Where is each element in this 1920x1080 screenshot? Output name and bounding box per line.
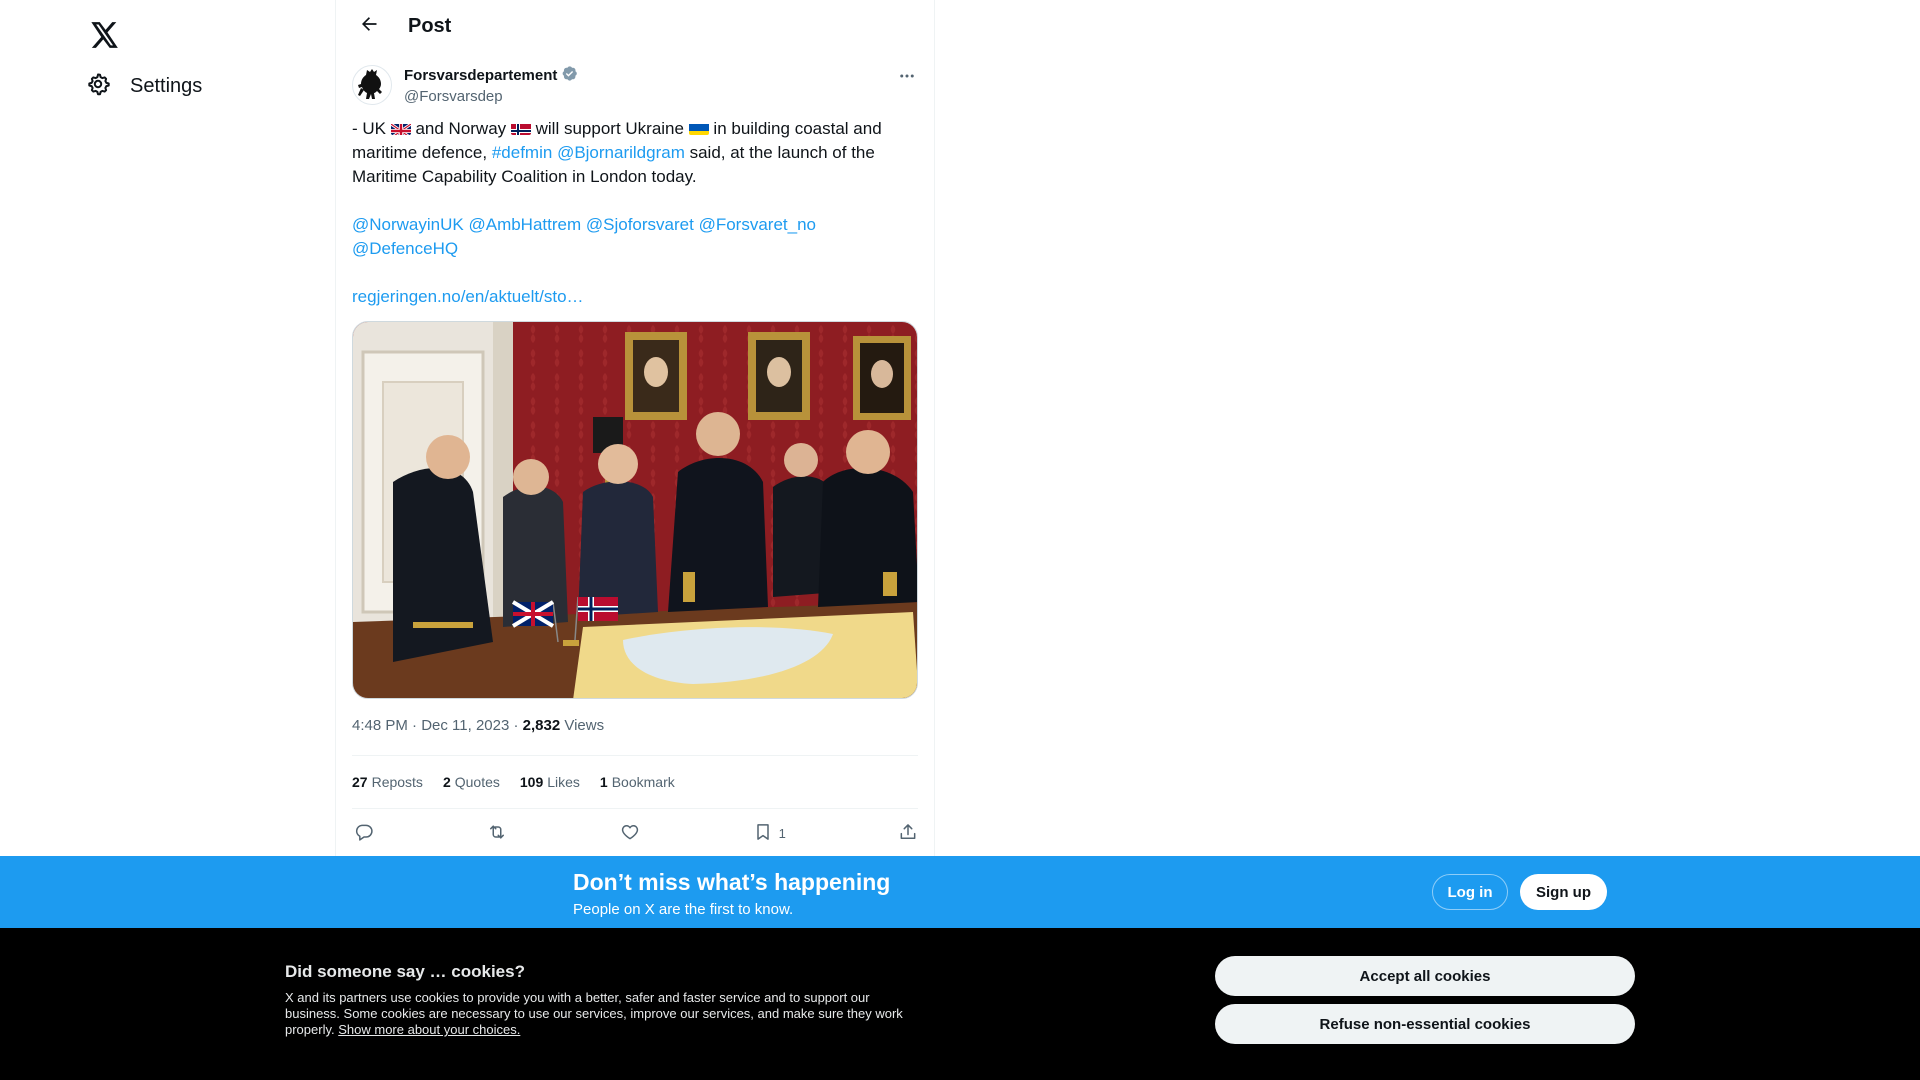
norway-flag-icon xyxy=(510,121,531,135)
cookie-consent-bar: Did someone say … cookies? X and its par… xyxy=(0,928,1920,1080)
external-url-link[interactable]: regjeringen.no/en/aktuelt/sto… xyxy=(352,287,584,306)
post-column: Post Forsvarsdepartement @Forsvarsdep - … xyxy=(335,0,935,860)
reply-button[interactable] xyxy=(354,822,374,845)
post-timestamp[interactable]: 4:48 PM · Dec 11, 2023 xyxy=(352,717,509,734)
bookmarks-stat[interactable]: 1 Bookmark xyxy=(600,774,675,790)
banner-title: Don’t miss what’s happening xyxy=(573,869,891,895)
more-options-button[interactable] xyxy=(892,63,922,93)
post-text-segment: will support Ukraine xyxy=(530,119,689,138)
post-author: Forsvarsdepartement @Forsvarsdep xyxy=(336,53,934,105)
display-name-text: Forsvarsdepartement xyxy=(404,67,558,84)
post-actions: 1 xyxy=(336,809,934,857)
repost-button[interactable] xyxy=(486,822,508,845)
post-stats: 27 Reposts 2 Quotes 109 Likes 1 Bookmark xyxy=(336,756,934,808)
views-label: Views xyxy=(560,717,605,734)
mention-link[interactable]: @Bjornarildgram xyxy=(557,143,685,162)
share-button[interactable] xyxy=(898,822,918,845)
post-text-segment: - UK xyxy=(352,119,391,138)
hashtag-link[interactable]: #defmin xyxy=(492,143,552,162)
nav-settings-label: Settings xyxy=(130,74,203,97)
post-photo[interactable] xyxy=(352,321,918,699)
mention-link[interactable]: @NorwayinUK xyxy=(352,215,464,234)
post-metadata: 4:48 PM · Dec 11, 2023 · 2,832 Views xyxy=(336,717,934,739)
x-logo-icon[interactable] xyxy=(80,10,130,60)
stat-label: Likes xyxy=(547,774,580,790)
bookmark-icon xyxy=(753,822,773,845)
cookie-more-link[interactable]: Show more about your choices. xyxy=(338,1022,520,1037)
meta-separator: · xyxy=(509,717,523,734)
page-title: Post xyxy=(408,15,452,37)
cookie-body: X and its partners use cookies to provid… xyxy=(285,990,915,1038)
arrow-left-icon xyxy=(359,14,379,39)
author-handle[interactable]: @Forsvarsdep xyxy=(404,88,578,105)
accept-cookies-button[interactable]: Accept all cookies xyxy=(1215,956,1635,996)
reposts-stat[interactable]: 27 Reposts xyxy=(352,774,423,790)
stat-label: Quotes xyxy=(454,774,500,790)
ukraine-flag-icon xyxy=(688,121,709,135)
mention-link[interactable]: @Forsvaret_no xyxy=(699,215,816,234)
like-button[interactable] xyxy=(620,822,640,845)
stat-number: 109 xyxy=(519,774,544,790)
uk-flag-icon xyxy=(390,121,411,135)
bookmark-button[interactable]: 1 xyxy=(753,822,786,845)
post-text: - UK and Norway will support Ukraine in … xyxy=(336,117,934,309)
heart-icon xyxy=(620,822,640,845)
gear-icon xyxy=(86,72,110,101)
quotes-stat[interactable]: 2 Quotes xyxy=(443,774,500,790)
post-header: Post xyxy=(336,0,934,53)
likes-stat[interactable]: 109 Likes xyxy=(520,774,580,790)
mention-link[interactable]: @Sjoforsvaret xyxy=(586,215,694,234)
refuse-cookies-button[interactable]: Refuse non-essential cookies xyxy=(1215,1004,1635,1044)
post-text-segment: and Norway xyxy=(410,119,511,138)
views-count: 2,832 xyxy=(522,717,561,734)
back-button[interactable] xyxy=(352,10,386,44)
stat-number: 1 xyxy=(599,774,608,790)
share-icon xyxy=(898,822,918,845)
stat-label: Bookmark xyxy=(611,774,675,790)
reply-icon xyxy=(354,822,374,845)
signup-button[interactable]: Sign up xyxy=(1520,874,1607,910)
author-display-name[interactable]: Forsvarsdepartement xyxy=(404,65,578,86)
stat-number: 2 xyxy=(442,774,451,790)
bookmark-count: 1 xyxy=(778,825,786,841)
mention-link[interactable]: @AmbHattrem xyxy=(468,215,581,234)
nav-item-settings[interactable]: Settings xyxy=(74,66,214,106)
stat-number: 27 xyxy=(352,774,368,790)
norwegian-lion-crest-icon xyxy=(357,66,387,104)
signup-banner: Don’t miss what’s happening People on X … xyxy=(0,856,1920,928)
avatar[interactable] xyxy=(352,65,392,105)
login-button[interactable]: Log in xyxy=(1432,874,1508,910)
photo-illustration xyxy=(353,322,917,698)
stat-label: Reposts xyxy=(371,774,423,790)
cookie-title: Did someone say … cookies? xyxy=(285,962,525,981)
verified-badge-icon xyxy=(561,65,578,86)
repost-icon xyxy=(486,822,508,845)
banner-subtitle: People on X are the first to know. xyxy=(573,901,794,918)
more-dots-icon xyxy=(898,67,916,90)
mention-link[interactable]: @DefenceHQ xyxy=(352,239,458,258)
